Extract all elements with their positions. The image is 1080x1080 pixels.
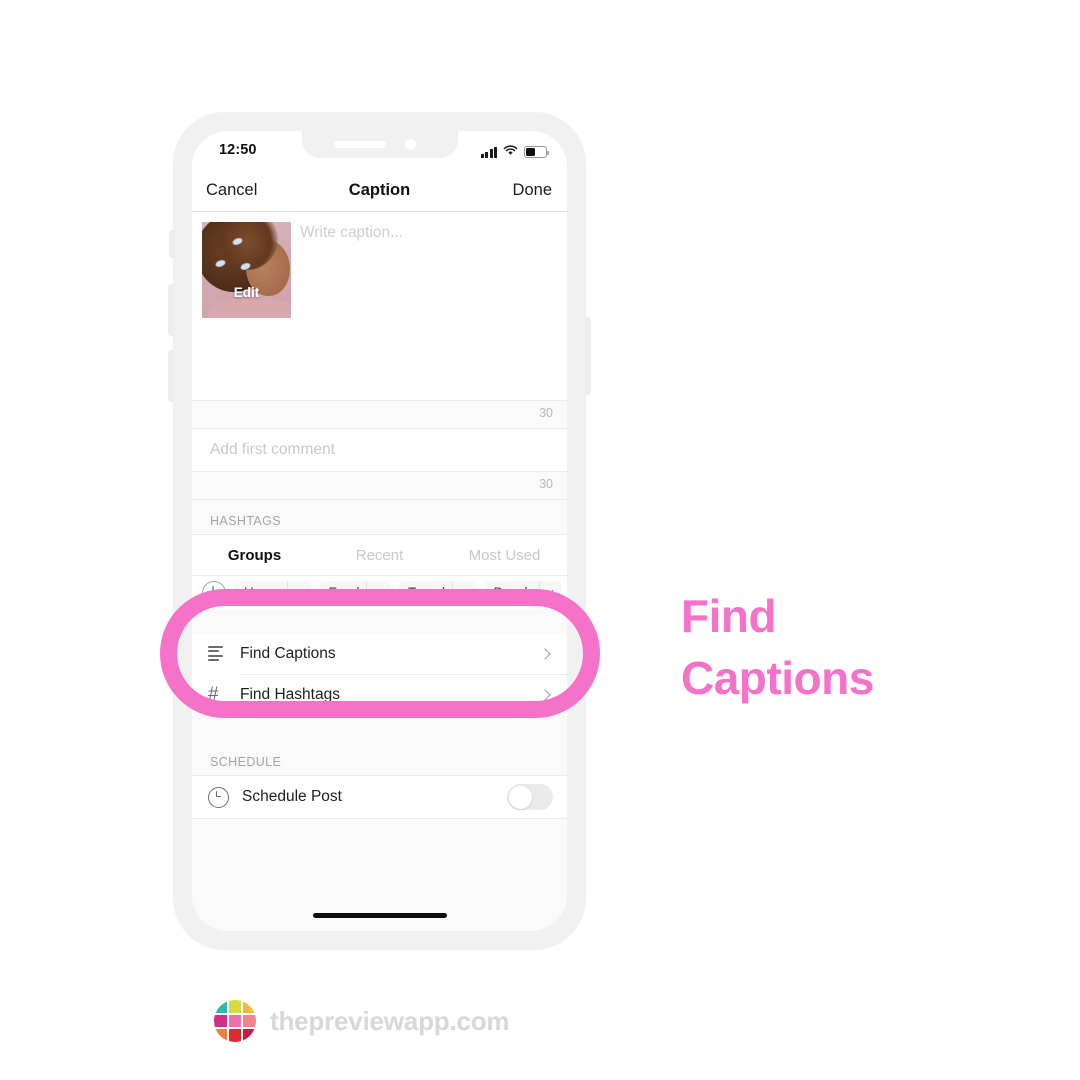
- caption-input[interactable]: Write caption...: [300, 224, 553, 242]
- close-icon[interactable]: ×: [538, 580, 563, 605]
- logo-cell: [228, 1000, 242, 1013]
- list-item[interactable]: Beach ×: [484, 580, 563, 605]
- hash-icon: #: [208, 684, 219, 705]
- logo-cell: [214, 1014, 227, 1028]
- comment-character-counter-row: 30: [192, 471, 567, 500]
- schedule-section-label: SCHEDULE: [210, 755, 282, 769]
- tab-recent[interactable]: Recent: [317, 547, 442, 564]
- mute-switch[interactable]: [169, 230, 174, 258]
- front-camera-icon: [404, 139, 416, 150]
- section-divider: [192, 609, 567, 633]
- clock-icon: [208, 786, 229, 808]
- chevron-right-icon: [539, 647, 551, 660]
- list-lines-icon: [208, 645, 234, 662]
- find-hashtags-label: Find Hashtags: [240, 685, 340, 703]
- annotation-line-2: Captions: [681, 651, 874, 704]
- post-thumbnail[interactable]: Edit: [202, 222, 291, 318]
- schedule-section-header: SCHEDULE: [192, 741, 567, 775]
- section-divider: [192, 715, 567, 741]
- caption-editor: Edit Write caption...: [192, 212, 567, 400]
- logo-cell: [228, 1014, 242, 1028]
- chip-label: Home: [244, 585, 281, 600]
- annotation-line-1: Find: [681, 590, 777, 642]
- logo-cell: [228, 1029, 242, 1042]
- find-captions-row[interactable]: Find Captions: [192, 633, 567, 674]
- chevron-right-icon: [539, 688, 551, 701]
- chip-label: Food: [328, 585, 360, 600]
- find-hashtags-row[interactable]: # Find Hashtags: [192, 674, 567, 715]
- hashtag-tabs: Groups Recent Most Used: [192, 534, 567, 576]
- tab-groups[interactable]: Groups: [192, 547, 317, 564]
- home-indicator[interactable]: [312, 913, 447, 918]
- volume-down-button[interactable]: [168, 350, 174, 402]
- phone-screen: 12:50 Cancel Caption Done Edit Write cap…: [192, 131, 567, 931]
- navigation-bar: Cancel Caption Done: [192, 171, 567, 212]
- first-comment-input[interactable]: Add first comment: [192, 429, 567, 471]
- caption-character-counter-row: 30: [192, 400, 567, 429]
- plus-circle-icon[interactable]: [202, 580, 226, 605]
- hashtags-section-label: HASHTAGS: [210, 514, 282, 528]
- close-icon[interactable]: ×: [366, 580, 390, 605]
- branding: thepreviewapp.com: [214, 1000, 510, 1042]
- logo-cell: [214, 1000, 227, 1013]
- preview-app-grid-logo: [214, 1000, 256, 1042]
- annotation-text: Find Captions: [681, 586, 1011, 709]
- thumbnail-art-shoulder: [208, 298, 291, 318]
- close-icon[interactable]: ×: [287, 580, 311, 605]
- logo-cell: [243, 1014, 256, 1028]
- phone-mockup: 12:50 Cancel Caption Done Edit Write cap…: [168, 112, 591, 950]
- done-button[interactable]: Done: [513, 181, 552, 200]
- chip-label: Beach: [493, 585, 532, 600]
- toggle-knob: [508, 785, 532, 809]
- wifi-icon: [503, 143, 518, 161]
- page-title: Caption: [348, 181, 411, 199]
- comment-character-counter: 30: [539, 477, 553, 491]
- power-button[interactable]: [585, 317, 591, 395]
- schedule-post-row[interactable]: Schedule Post: [192, 775, 567, 819]
- battery-icon: [524, 146, 550, 158]
- schedule-post-toggle[interactable]: [507, 784, 553, 810]
- hashtag-group-chips: Home × Food × Travel × Beach ×: [192, 576, 567, 609]
- earpiece-speaker: [333, 141, 386, 148]
- list-item[interactable]: Travel ×: [398, 580, 476, 605]
- logo-cell: [243, 1000, 256, 1013]
- tab-most-used[interactable]: Most Used: [442, 547, 567, 564]
- logo-cell: [214, 1029, 227, 1042]
- close-icon[interactable]: ×: [452, 580, 476, 605]
- phone-notch: [301, 131, 458, 158]
- status-icons: [480, 143, 550, 161]
- find-list: Find Captions # Find Hashtags: [192, 633, 567, 715]
- edit-thumbnail-label[interactable]: Edit: [202, 285, 291, 300]
- list-item[interactable]: Food ×: [319, 580, 390, 605]
- find-captions-label: Find Captions: [240, 644, 336, 662]
- chip-label: Travel: [407, 585, 445, 600]
- list-item[interactable]: Home ×: [235, 580, 311, 605]
- signal-bars-icon: [480, 146, 497, 158]
- hashtags-section-header: HASHTAGS: [192, 500, 567, 534]
- brand-url-text: thepreviewapp.com: [270, 1005, 510, 1036]
- status-time: 12:50: [219, 142, 257, 158]
- caption-character-counter: 30: [539, 406, 553, 420]
- schedule-post-label: Schedule Post: [242, 788, 342, 805]
- first-comment-placeholder: Add first comment: [210, 441, 335, 458]
- volume-up-button[interactable]: [168, 284, 174, 336]
- logo-cell: [243, 1029, 256, 1042]
